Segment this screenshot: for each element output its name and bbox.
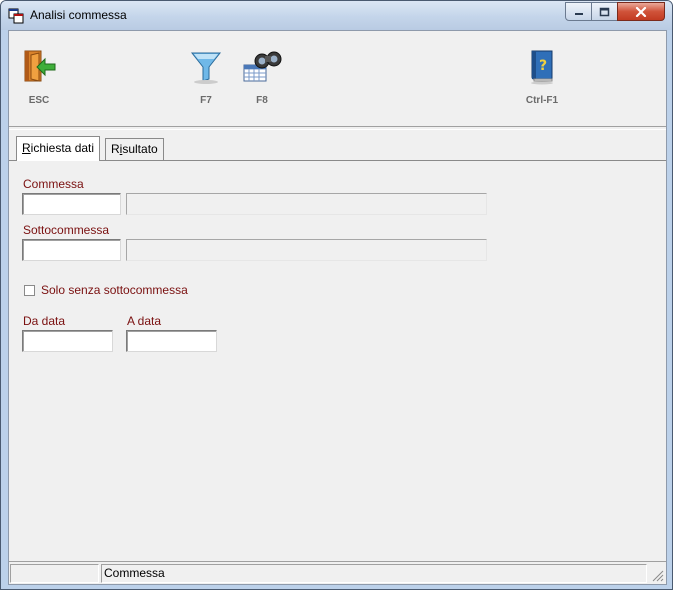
status-pane-left [10,564,99,583]
da-data-input[interactable] [22,330,113,352]
tab-risultato[interactable]: Risultato [105,138,164,161]
f7-label: F7 [200,95,212,106]
close-button[interactable] [617,2,665,21]
sottocommessa-label: Sottocommessa [23,223,110,237]
solo-senza-label[interactable]: Solo senza sottocommessa [41,283,188,297]
tab-control: Richiesta dati Risultato Commessa Sottoc… [9,129,666,552]
commessa-label: Commessa [23,177,84,191]
solo-senza-checkbox[interactable] [24,285,35,296]
a-data-label: A data [127,314,162,328]
restore-button[interactable] [591,2,618,21]
commessa-input[interactable] [22,193,121,215]
tab-risultato-label-start: R [111,142,120,156]
tab-risultato-label-end: sultato [122,142,158,156]
title-bar[interactable]: Analisi commessa [1,1,672,30]
exit-door-icon [24,50,56,82]
binoculars-search-icon [243,51,282,82]
main-window: Analisi commessa ESC F7 F8 ? Ctrl-F1 Ric… [0,0,673,590]
tab-richiesta-dati[interactable]: Richiesta dati [16,136,101,161]
filter-funnel-icon [190,52,222,84]
f7-tool-button[interactable]: F7 [183,47,229,106]
help-book-icon: ? [531,50,553,85]
esc-tool-button[interactable]: ESC [16,47,62,106]
toolbar: ESC F7 F8 ? Ctrl-F1 [9,31,666,127]
close-icon [635,6,647,17]
resize-grip-icon[interactable] [650,568,664,582]
window-title: Analisi commessa [30,8,127,22]
restore-icon [599,7,610,16]
sottocommessa-input[interactable] [22,239,121,261]
minimize-button[interactable] [565,2,592,21]
f8-tool-button[interactable]: F8 [239,47,285,106]
f8-label: F8 [256,95,268,106]
app-window-icon [8,8,24,24]
esc-label: ESC [28,95,50,106]
client-area: ESC F7 F8 ? Ctrl-F1 Richiesta dati Risul… [8,30,667,585]
ctrl-f1-tool-button[interactable]: ? Ctrl-F1 [519,47,565,106]
tab-richiesta-mnemonic: R [22,141,31,155]
minimize-icon [574,12,583,15]
svg-text:?: ? [539,58,547,74]
sottocommessa-description [126,239,487,261]
tab-richiesta-label: ichiesta dati [30,141,95,155]
a-data-input[interactable] [126,330,217,352]
ctrl-f1-label: Ctrl-F1 [525,95,559,106]
status-bar: Commessa [9,561,666,584]
da-data-label: Da data [23,314,66,328]
commessa-description [126,193,487,215]
status-pane-field: Commessa [101,564,647,583]
richiesta-dati-panel: Commessa Sottocommessa Solo senza sottoc… [9,160,666,552]
